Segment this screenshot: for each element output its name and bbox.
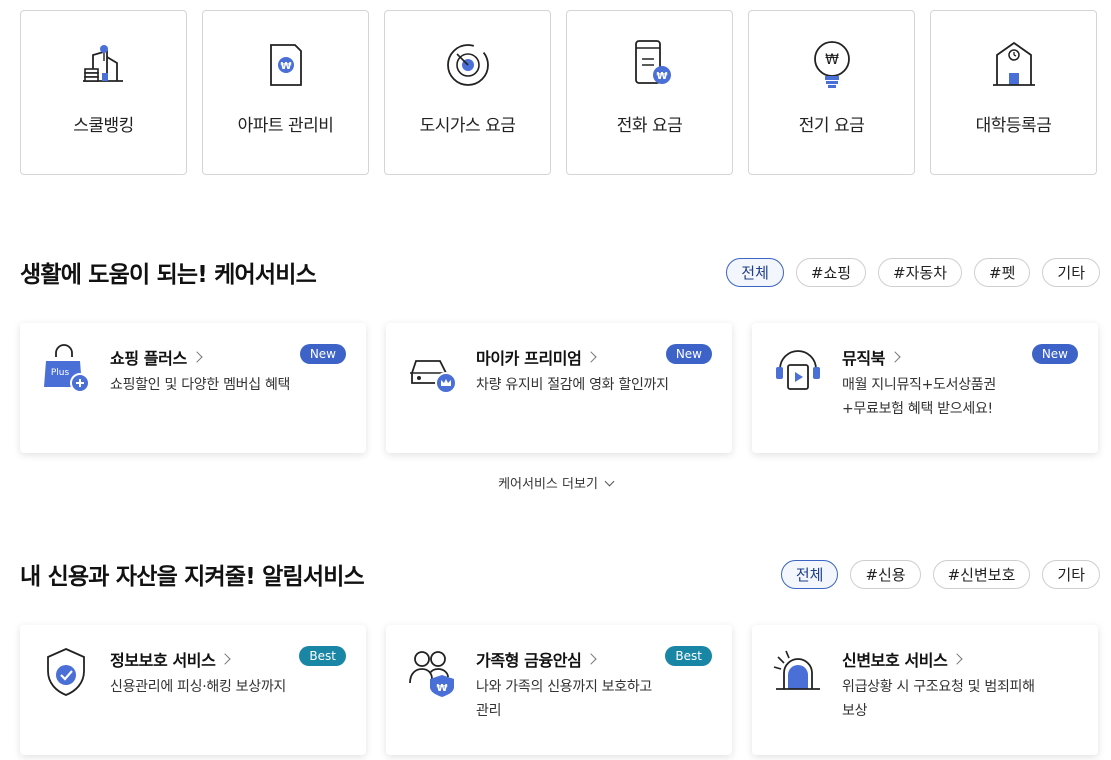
svg-text:₩: ₩ bbox=[436, 683, 447, 694]
card-title: 마이카 프리미엄 bbox=[476, 345, 598, 369]
card-desc: 쇼핑할인 및 다양한 멤버십 혜택 bbox=[110, 377, 291, 393]
care-filter-pet[interactable]: #펫 bbox=[974, 257, 1031, 287]
electric-bill-icon: ₩ bbox=[813, 41, 850, 88]
phone-bill-icon: ₩ bbox=[634, 40, 671, 84]
alert-card-personal-protection[interactable]: 신변보호 서비스 위급상황 시 구조요청 및 범죄피해 보상 bbox=[752, 625, 1098, 755]
gas-bill-icon bbox=[446, 44, 489, 86]
svg-text:₩: ₩ bbox=[656, 71, 667, 82]
card-title: 쇼핑 플러스 bbox=[110, 345, 203, 369]
card-desc: 매월 지니뮤직+도서상품권 +무료보험 혜택 받으세요! bbox=[842, 377, 996, 417]
car-premium-icon bbox=[410, 360, 457, 394]
card-title: 신변보호 서비스 bbox=[842, 647, 964, 671]
care-card-mycar-premium[interactable]: 마이카 프리미엄 차량 유지비 절감에 영화 할인까지 New bbox=[386, 323, 732, 453]
care-more-button[interactable]: 케어서비스 더보기 bbox=[0, 473, 1111, 492]
care-card-music-book[interactable]: 뮤직북 매월 지니뮤직+도서상품권 +무료보험 혜택 받으세요! New bbox=[752, 323, 1098, 453]
chevron-right-icon bbox=[219, 653, 232, 665]
card-desc: 신용관리에 피싱·해킹 보상까지 bbox=[110, 679, 286, 695]
care-filter-shopping[interactable]: #쇼핑 bbox=[795, 257, 867, 287]
chevron-right-icon bbox=[191, 351, 203, 363]
tile-electric-bill[interactable]: ₩ 전기 요금 bbox=[748, 10, 915, 175]
chevron-right-icon bbox=[585, 653, 598, 665]
shield-check-icon bbox=[47, 648, 85, 696]
tile-apartment-bill[interactable]: ₩ 아파트 관리비 bbox=[202, 10, 369, 175]
new-badge: New bbox=[665, 344, 712, 364]
more-label: 케어서비스 더보기 bbox=[498, 477, 598, 492]
alert-filter-etc[interactable]: 기타 bbox=[1042, 559, 1100, 589]
siren-icon bbox=[773, 650, 820, 690]
care-filter-all[interactable]: 전체 bbox=[726, 257, 784, 287]
alert-section-header: 내 신용과 자산을 지켜줄! 알림서비스 전체 #신용 #신변보호 기타 bbox=[20, 557, 1100, 591]
chevron-right-icon bbox=[951, 653, 964, 665]
chevron-right-icon bbox=[585, 351, 598, 363]
alert-cards: 정보보호 서비스 신용관리에 피싱·해킹 보상까지 Best ₩ 가족형 금융안… bbox=[20, 625, 1098, 755]
alert-section-title: 내 신용과 자산을 지켜줄! 알림서비스 bbox=[20, 564, 365, 590]
music-book-icon bbox=[776, 350, 820, 390]
care-filters: 전체 #쇼핑 #자동차 #펫 기타 bbox=[726, 257, 1100, 287]
tile-label: 대학등록금 bbox=[975, 116, 1052, 136]
school-banking-icon bbox=[82, 45, 123, 82]
care-card-shopping-plus[interactable]: Plus 쇼핑 플러스 쇼핑할인 및 다양한 멤버십 혜택 New bbox=[20, 323, 366, 453]
card-title: 가족형 금융안심 bbox=[476, 647, 598, 671]
alert-filter-all[interactable]: 전체 bbox=[780, 559, 839, 589]
alert-filters: 전체 #신용 #신변보호 기타 bbox=[780, 559, 1100, 589]
alert-card-family-protection[interactable]: ₩ 가족형 금융안심 나와 가족의 신용까지 보호하고 관리 Best bbox=[386, 625, 732, 755]
tile-label: 전화 요금 bbox=[616, 116, 683, 136]
svg-text:₩: ₩ bbox=[825, 52, 839, 68]
card-desc: 나와 가족의 신용까지 보호하고 관리 bbox=[476, 679, 652, 719]
apartment-bill-icon: ₩ bbox=[269, 44, 302, 86]
family-protect-icon: ₩ bbox=[409, 651, 454, 697]
tile-label: 아파트 관리비 bbox=[237, 116, 334, 136]
new-badge: New bbox=[299, 344, 346, 364]
care-section-header: 생활에 도움이 되는! 케어서비스 전체 #쇼핑 #자동차 #펫 기타 bbox=[20, 255, 1100, 289]
alert-filter-personal-protection[interactable]: #신변보호 bbox=[932, 559, 1031, 589]
card-desc: 위급상황 시 구조요청 및 범죄피해 보상 bbox=[842, 679, 1035, 719]
plus-label: Plus bbox=[51, 368, 70, 378]
care-filter-etc[interactable]: 기타 bbox=[1042, 257, 1100, 287]
tile-gas-bill[interactable]: 도시가스 요금 bbox=[384, 10, 551, 175]
care-filter-car[interactable]: #자동차 bbox=[878, 257, 963, 287]
chevron-right-icon bbox=[889, 351, 901, 363]
card-title: 정보보호 서비스 bbox=[110, 647, 232, 671]
care-section-title: 생활에 도움이 되는! 케어서비스 bbox=[20, 262, 317, 288]
shopping-plus-icon: Plus bbox=[44, 344, 90, 393]
tile-label: 도시가스 요금 bbox=[419, 116, 516, 136]
care-cards: Plus 쇼핑 플러스 쇼핑할인 및 다양한 멤버십 혜택 New 마이카 프리… bbox=[20, 323, 1098, 453]
new-badge: New bbox=[1031, 344, 1078, 364]
tile-phone-bill[interactable]: ₩ 전화 요금 bbox=[566, 10, 733, 175]
svg-text:₩: ₩ bbox=[280, 61, 291, 72]
tile-tuition[interactable]: 대학등록금 bbox=[930, 10, 1097, 175]
best-badge: Best bbox=[299, 646, 346, 666]
best-badge: Best bbox=[665, 646, 712, 666]
tile-label: 전기 요금 bbox=[798, 116, 865, 136]
tuition-icon bbox=[992, 41, 1035, 86]
card-title: 뮤직북 bbox=[842, 345, 901, 369]
alert-card-info-protection[interactable]: 정보보호 서비스 신용관리에 피싱·해킹 보상까지 Best bbox=[20, 625, 366, 755]
tile-label: 스쿨뱅킹 bbox=[73, 116, 134, 136]
tile-school-banking[interactable]: 스쿨뱅킹 bbox=[20, 10, 187, 175]
chevron-down-icon bbox=[604, 476, 615, 487]
alert-filter-credit[interactable]: #신용 bbox=[850, 559, 921, 589]
payment-tiles: 스쿨뱅킹 ₩ 아파트 관리비 도시가스 요금 ₩ 전화 요금 ₩ 전기 요금 대… bbox=[20, 10, 1097, 175]
card-desc: 차량 유지비 절감에 영화 할인까지 bbox=[476, 377, 669, 393]
